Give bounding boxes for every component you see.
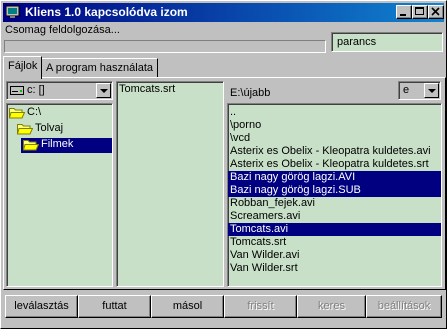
left-drive-value: c: [] <box>27 84 45 96</box>
chevron-down-icon <box>100 89 108 93</box>
list-item[interactable]: Tomcats.srt <box>117 83 223 96</box>
remote-file-list[interactable]: .. \porno \vcd Asterix es Obelix - Kleop… <box>227 103 442 287</box>
tree-item-filmek[interactable]: Filmek <box>21 138 112 153</box>
refresh-button[interactable]: frissít <box>224 295 297 318</box>
list-item-selected[interactable]: Bazi nagy görög lagzi.AVI <box>228 171 441 184</box>
right-drive-value: e <box>403 84 410 96</box>
tree-item-label: C:\ <box>27 106 42 118</box>
list-item[interactable]: Screamers.avi <box>228 210 441 223</box>
tab-program-usage[interactable]: A program használata <box>41 58 159 78</box>
open-folder-icon <box>23 140 39 151</box>
left-drive-dropdown[interactable] <box>96 83 111 98</box>
right-drive-select[interactable]: e <box>398 81 441 100</box>
progress-bar <box>4 40 326 53</box>
tree-item-tolvaj[interactable]: Tolvaj <box>15 122 63 137</box>
left-drive-select[interactable]: c: [] <box>6 81 113 100</box>
list-item-selected[interactable]: Tomcats.avi <box>228 223 441 236</box>
drive-icon <box>10 86 24 95</box>
command-input[interactable]: parancs <box>331 32 443 52</box>
open-folder-icon <box>17 124 33 135</box>
list-item[interactable]: Tomcats.srt <box>228 236 441 249</box>
copy-button[interactable]: másol <box>151 295 224 318</box>
directory-tree[interactable]: C:\ Tolvaj Filmek <box>6 103 113 287</box>
chevron-down-icon <box>428 89 436 93</box>
tree-item-label: Tolvaj <box>35 122 64 134</box>
tree-item-root[interactable]: C:\ <box>7 106 41 121</box>
list-item[interactable]: Asterix es Obelix - Kleopatra kuldetes.a… <box>228 145 441 158</box>
list-item[interactable]: Asterix es Obelix - Kleopatra kuldetes.s… <box>228 158 441 171</box>
list-item[interactable]: Van Wilder.srt <box>228 262 441 275</box>
list-item[interactable]: Van Wilder.avi <box>228 249 441 262</box>
right-drive-dropdown[interactable] <box>424 83 439 98</box>
maximize-button[interactable] <box>412 5 428 19</box>
status-text: Csomag feldolgozása... <box>5 24 120 36</box>
disconnect-button[interactable]: leválasztás <box>5 295 78 318</box>
close-button[interactable] <box>428 5 444 19</box>
tree-item-label: Filmek <box>41 138 74 150</box>
app-window: Kliens 1.0 kapcsolódva izom Csomag feldo… <box>0 0 447 329</box>
list-item[interactable]: \porno <box>228 119 441 132</box>
tab-files[interactable]: Fájlok <box>3 56 43 79</box>
list-item[interactable]: \vcd <box>228 132 441 145</box>
search-button[interactable]: keres <box>297 295 366 318</box>
run-button[interactable]: futtat <box>78 295 151 318</box>
minimize-icon <box>400 14 406 16</box>
settings-button[interactable]: beállítások <box>366 295 442 318</box>
title-bar[interactable]: Kliens 1.0 kapcsolódva izom <box>3 3 444 22</box>
minimize-button[interactable] <box>396 5 412 19</box>
close-icon <box>431 7 440 16</box>
maximize-icon <box>415 7 424 15</box>
list-item[interactable]: .. <box>228 106 441 119</box>
list-item[interactable]: Robban_fejek.avi <box>228 197 441 210</box>
list-item-selected[interactable]: Bazi nagy görög lagzi.SUB <box>228 184 441 197</box>
local-file-list[interactable]: Tomcats.srt <box>116 81 224 287</box>
app-icon <box>6 5 20 18</box>
window-title: Kliens 1.0 kapcsolódva izom <box>25 5 188 19</box>
open-folder-icon <box>9 108 25 119</box>
remote-path: E:\újabb <box>230 87 271 99</box>
